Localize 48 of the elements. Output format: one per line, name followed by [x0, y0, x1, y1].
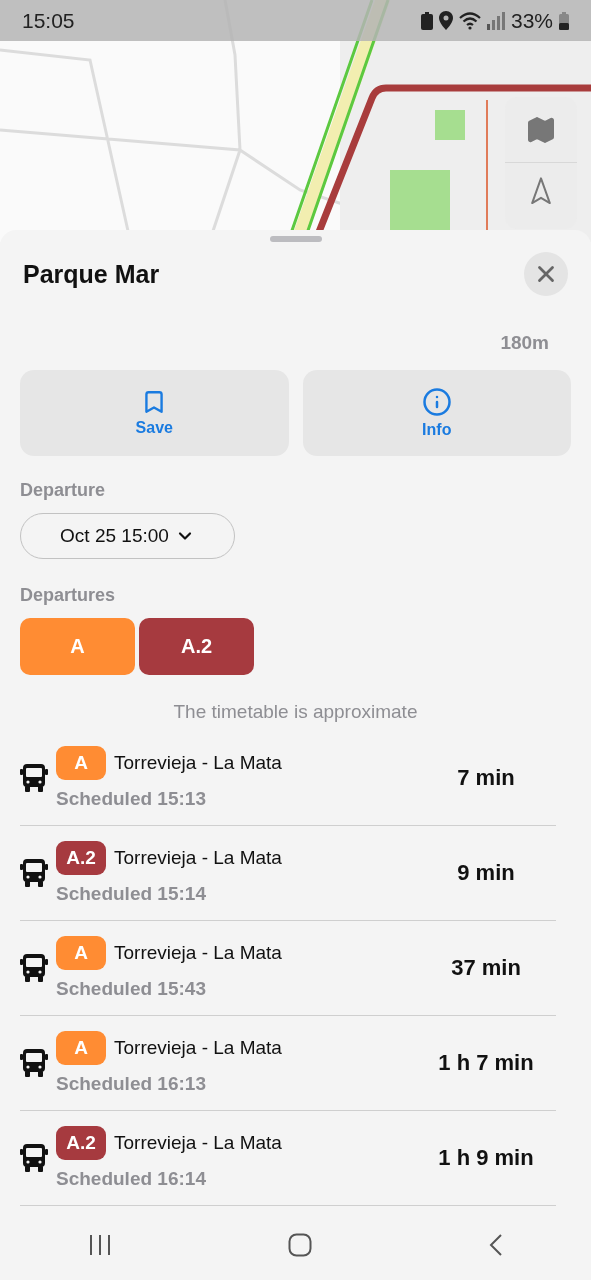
- stop-name: Parque Mar: [23, 259, 160, 289]
- scheduled-time: Scheduled 15:14: [56, 883, 207, 905]
- arrival-time: 1 h 7 min: [437, 1050, 535, 1076]
- distance: 180m: [500, 332, 549, 354]
- battery-percent: 33%: [510, 8, 553, 33]
- route-badge: A.2: [56, 1126, 106, 1160]
- bus-icon: [20, 763, 48, 793]
- battery-saver-icon: [420, 11, 433, 30]
- scheduled-time: Scheduled 16:13: [56, 1073, 207, 1095]
- bus-icon: [20, 1048, 48, 1078]
- section-label: Departures: [19, 585, 117, 606]
- route-badge: A.2: [56, 841, 106, 875]
- arrival-time: 37 min: [450, 955, 522, 981]
- arrival-time: 7 min: [456, 765, 516, 791]
- destination: Torrevieja - La Mata: [114, 1132, 282, 1154]
- bus-icon: [20, 1143, 48, 1173]
- location-icon: [438, 11, 453, 30]
- save-button[interactable]: Save: [20, 370, 289, 456]
- info-icon: [421, 387, 452, 417]
- scheduled-time: Scheduled 15:13: [56, 788, 207, 810]
- home-icon: [288, 1233, 313, 1257]
- destination: Torrevieja - La Mata: [114, 1037, 282, 1059]
- route-badge: A: [56, 936, 106, 970]
- wifi-icon: [458, 11, 481, 30]
- status-time: 15:05: [22, 8, 75, 33]
- route-badge: A: [56, 1031, 106, 1065]
- bus-icon: [20, 953, 48, 983]
- drag-handle[interactable]: [269, 236, 322, 242]
- arrival-time: 1 h 9 min: [437, 1145, 535, 1171]
- recents-icon: [88, 1234, 113, 1256]
- timetable-note: The timetable is approximate: [172, 701, 419, 723]
- battery-icon: [559, 11, 569, 30]
- back-icon: [488, 1233, 503, 1257]
- scheduled-time: Scheduled 15:43: [56, 978, 207, 1000]
- close-button[interactable]: [524, 252, 568, 296]
- signal-icon: [486, 11, 505, 30]
- date-dropdown[interactable]: Oct 25 15:00: [20, 513, 235, 559]
- destination: Torrevieja - La Mata: [114, 942, 282, 964]
- bus-icon: [20, 858, 48, 888]
- route-filter[interactable]: A.2: [139, 618, 254, 675]
- section-label: Departure: [19, 480, 107, 501]
- destination: Torrevieja - La Mata: [114, 847, 282, 869]
- route-badge: A: [56, 746, 106, 780]
- route-filter[interactable]: A: [20, 618, 135, 675]
- destination: Torrevieja - La Mata: [114, 752, 282, 774]
- scheduled-time: Scheduled 16:14: [56, 1168, 207, 1190]
- info-button[interactable]: Info: [302, 370, 571, 456]
- arrival-time: 9 min: [456, 860, 516, 886]
